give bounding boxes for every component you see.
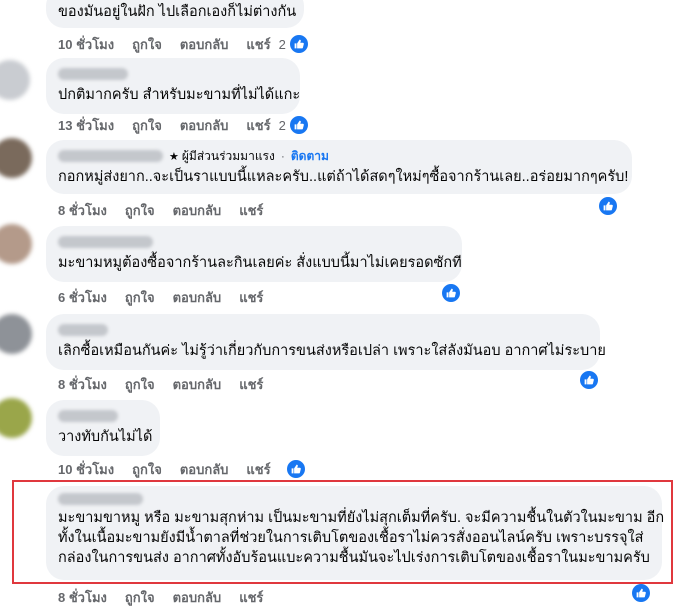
comment-actions: 8 ชั่วโมง ถูกใจ ตอบกลับ แชร์ [58, 200, 263, 221]
comment-bubble: เลิกซื้อเหมือนกันค่ะ ไม่รู้ว่าเกี่ยวกับก… [46, 314, 606, 370]
reply-button[interactable]: ตอบกลับ [173, 587, 222, 608]
avatar[interactable] [0, 398, 32, 438]
reply-button[interactable]: ตอบกลับ [173, 287, 222, 308]
comment-time[interactable]: 10 ชั่วโมง [58, 459, 114, 480]
like-button[interactable]: ถูกใจ [132, 34, 162, 55]
like-button[interactable]: ถูกใจ [125, 287, 155, 308]
share-button[interactable]: แชร์ [246, 115, 270, 136]
like-reaction-icon[interactable] [597, 195, 619, 217]
share-button[interactable]: แชร์ [239, 200, 263, 221]
comment-bubble: วางทับกันไม่ได้ [46, 400, 160, 456]
reply-button[interactable]: ตอบกลับ [180, 34, 229, 55]
like-button[interactable]: ถูกใจ [125, 374, 155, 395]
reaction-count[interactable]: 2 [279, 118, 286, 133]
reply-button[interactable]: ตอบกลับ [173, 374, 222, 395]
like-button[interactable]: ถูกใจ [125, 200, 155, 221]
like-button[interactable]: ถูกใจ [132, 115, 162, 136]
comment-actions: 13 ชั่วโมง ถูกใจ ตอบกลับ แชร์ 2 [58, 114, 310, 136]
share-button[interactable]: แชร์ [239, 374, 263, 395]
reaction-count[interactable]: 2 [279, 37, 286, 52]
reply-button[interactable]: ตอบกลับ [180, 459, 229, 480]
comment-time[interactable]: 13 ชั่วโมง [58, 115, 114, 136]
top-contributor-badge: ★ ผู้มีส่วนร่วมมาแรง [169, 148, 275, 163]
share-button[interactable]: แชร์ [239, 587, 263, 608]
comment-text: วางทับกันไม่ได้ [58, 429, 153, 445]
comment-actions: 8 ชั่วโมง ถูกใจ ตอบกลับ แชร์ [58, 587, 263, 608]
author-name[interactable] [58, 410, 118, 422]
like-reaction-icon[interactable] [440, 282, 462, 304]
like-reaction-icon[interactable] [284, 458, 307, 480]
reply-button[interactable]: ตอบกลับ [180, 115, 229, 136]
comment-text: เลิกซื้อเหมือนกันค่ะ ไม่รู้ว่าเกี่ยวกับก… [58, 343, 606, 359]
author-name[interactable] [58, 236, 153, 248]
avatar[interactable] [0, 138, 32, 178]
like-reaction-icon[interactable] [578, 369, 600, 391]
comment-actions: 8 ชั่วโมง ถูกใจ ตอบกลับ แชร์ [58, 374, 263, 395]
separator-dot: · [280, 149, 285, 163]
comment-time[interactable]: 8 ชั่วโมง [58, 587, 107, 608]
comment-time[interactable]: 6 ชั่วโมง [58, 287, 107, 308]
comment-text: ของมันอยู่ในฝัก ไปเลือกเองก็ไม่ต่างกัน [58, 4, 297, 20]
comment-actions: 6 ชั่วโมง ถูกใจ ตอบกลับ แชร์ [58, 287, 263, 308]
like-reaction-icon[interactable] [287, 33, 310, 55]
comment-text: กอกหมู่ส่งยาก..จะเป็นราแบบนี้แหละครับ..แ… [58, 169, 629, 185]
comment-text: ปกติมากครับ สำหรับมะขามที่ไม่ได้แกะ [58, 87, 301, 103]
comment-bubble: มะขามหมูต้องซื้อจากร้านละกินเลยค่ะ สั่งแ… [46, 226, 462, 282]
comment-bubble: ★ ผู้มีส่วนร่วมมาแรง · ติดตาม กอกหมู่ส่ง… [46, 140, 632, 194]
share-button[interactable]: แชร์ [246, 459, 270, 480]
avatar[interactable] [0, 224, 32, 264]
like-button[interactable]: ถูกใจ [125, 587, 155, 608]
share-button[interactable]: แชร์ [246, 34, 270, 55]
comment-time[interactable]: 8 ชั่วโมง [58, 200, 107, 221]
comment-bubble: ของมันอยู่ในฝัก ไปเลือกเองก็ไม่ต่างกัน [46, 0, 304, 28]
avatar[interactable] [0, 60, 30, 100]
comment-time[interactable]: 10 ชั่วโมง [58, 34, 114, 55]
avatar[interactable] [0, 314, 32, 354]
comment-actions: 10 ชั่วโมง ถูกใจ ตอบกลับ แชร์ [58, 458, 307, 480]
comment-actions: 10 ชั่วโมง ถูกใจ ตอบกลับ แชร์ 2 [58, 33, 310, 55]
like-reaction-icon[interactable] [630, 582, 652, 604]
highlight-box [12, 480, 673, 584]
comment-text: มะขามหมูต้องซื้อจากร้านละกินเลยค่ะ สั่งแ… [58, 255, 462, 271]
comment-bubble: ปกติมากครับ สำหรับมะขามที่ไม่ได้แกะ [46, 58, 300, 114]
comment-time[interactable]: 8 ชั่วโมง [58, 374, 107, 395]
share-button[interactable]: แชร์ [239, 287, 263, 308]
author-name[interactable] [58, 324, 108, 336]
author-name[interactable] [58, 150, 163, 162]
author-name[interactable] [58, 68, 128, 80]
reply-button[interactable]: ตอบกลับ [173, 200, 222, 221]
follow-button[interactable]: ติดตาม [291, 147, 329, 166]
like-button[interactable]: ถูกใจ [132, 459, 162, 480]
star-icon: ★ [169, 150, 179, 163]
like-reaction-icon[interactable] [287, 114, 310, 136]
